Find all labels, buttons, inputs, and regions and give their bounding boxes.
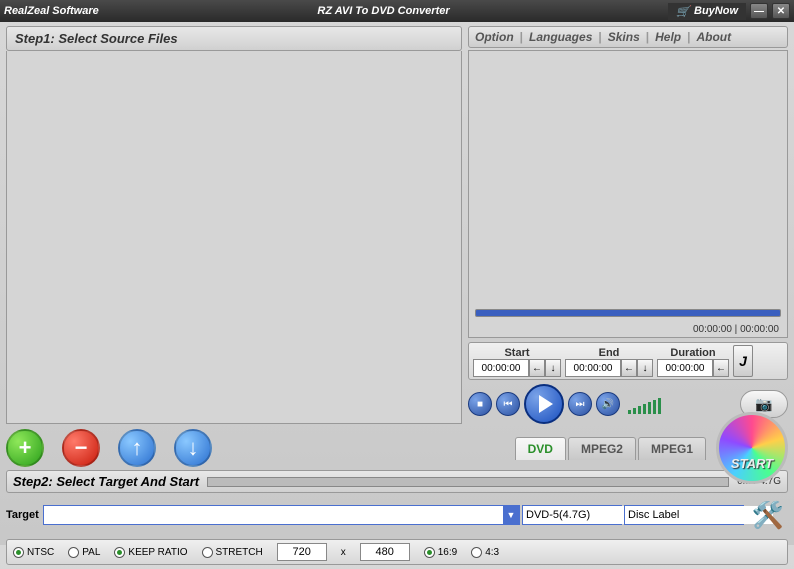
- preview-pane: 00:00:00 | 00:00:00: [468, 50, 788, 338]
- tools-icon[interactable]: 🛠️: [748, 495, 788, 535]
- tab-mpeg2[interactable]: MPEG2: [568, 437, 636, 460]
- company-name: RealZeal Software: [4, 5, 99, 17]
- duration-input[interactable]: [657, 359, 713, 377]
- radio-stretch[interactable]: STRETCH: [202, 547, 263, 558]
- target-path-input[interactable]: [44, 506, 503, 524]
- title-bar: RealZeal Software RZ AVI To DVD Converte…: [0, 0, 794, 22]
- start-button[interactable]: START: [716, 412, 788, 484]
- end-jump-button[interactable]: ↓: [637, 359, 653, 377]
- minimize-button[interactable]: —: [750, 3, 768, 19]
- trim-controls: Start ← ↓ End ← ↓ Duration ←: [468, 342, 788, 380]
- target-path-combo[interactable]: ▼: [43, 505, 520, 525]
- menu-bar: Option| Languages| Skins| Help| About: [468, 26, 788, 48]
- move-down-button[interactable]: ↓: [174, 429, 212, 467]
- prev-button[interactable]: ⏮: [496, 392, 520, 416]
- duration-set-button[interactable]: ←: [713, 359, 729, 377]
- target-path-drop-icon[interactable]: ▼: [503, 506, 519, 524]
- menu-skins[interactable]: Skins: [608, 30, 640, 44]
- radio-keep-ratio[interactable]: KEEP RATIO: [114, 547, 187, 558]
- tab-mpeg1[interactable]: MPEG1: [638, 437, 706, 460]
- volume-indicator[interactable]: [628, 394, 661, 414]
- start-jump-button[interactable]: ↓: [545, 359, 561, 377]
- seek-bar[interactable]: [475, 309, 781, 317]
- radio-ntsc[interactable]: NTSC: [13, 547, 54, 558]
- x-label: x: [341, 547, 346, 558]
- menu-help[interactable]: Help: [655, 30, 681, 44]
- target-label: Target: [6, 509, 39, 521]
- start-set-button[interactable]: ←: [529, 359, 545, 377]
- app-title: RZ AVI To DVD Converter: [99, 5, 669, 17]
- goto-button[interactable]: J: [733, 345, 753, 377]
- tab-dvd[interactable]: DVD: [515, 437, 566, 460]
- stop-button[interactable]: ■: [468, 392, 492, 416]
- disc-type-combo[interactable]: ▼: [522, 505, 622, 525]
- step2-header: Step2: Select Target And Start 0M / 4.7G: [6, 470, 788, 493]
- remove-file-button[interactable]: −: [62, 429, 100, 467]
- source-file-list[interactable]: [6, 51, 462, 424]
- height-input[interactable]: [360, 543, 410, 561]
- disc-label-combo[interactable]: [624, 505, 744, 525]
- end-time-input[interactable]: [565, 359, 621, 377]
- duration-label: Duration: [670, 347, 715, 359]
- end-set-button[interactable]: ←: [621, 359, 637, 377]
- mute-button[interactable]: 🔊: [596, 392, 620, 416]
- settings-row: NTSC PAL KEEP RATIO STRETCH x 16:9 4:3: [6, 539, 788, 565]
- radio-16-9[interactable]: 16:9: [424, 547, 457, 558]
- time-display: 00:00:00 | 00:00:00: [693, 324, 779, 335]
- step1-header: Step1: Select Source Files: [6, 26, 462, 51]
- width-input[interactable]: [277, 543, 327, 561]
- add-file-button[interactable]: +: [6, 429, 44, 467]
- radio-4-3[interactable]: 4:3: [471, 547, 499, 558]
- play-button[interactable]: [524, 384, 564, 424]
- radio-pal[interactable]: PAL: [68, 547, 100, 558]
- menu-languages[interactable]: Languages: [529, 30, 592, 44]
- progress-bar: [207, 477, 729, 487]
- close-button[interactable]: ✕: [772, 3, 790, 19]
- menu-option[interactable]: Option: [475, 30, 514, 44]
- start-time-input[interactable]: [473, 359, 529, 377]
- next-button[interactable]: ⏭: [568, 392, 592, 416]
- start-label: Start: [504, 347, 529, 359]
- move-up-button[interactable]: ↑: [118, 429, 156, 467]
- buy-now-button[interactable]: 🛒BuyNow: [668, 3, 746, 20]
- end-label: End: [599, 347, 620, 359]
- menu-about[interactable]: About: [696, 30, 731, 44]
